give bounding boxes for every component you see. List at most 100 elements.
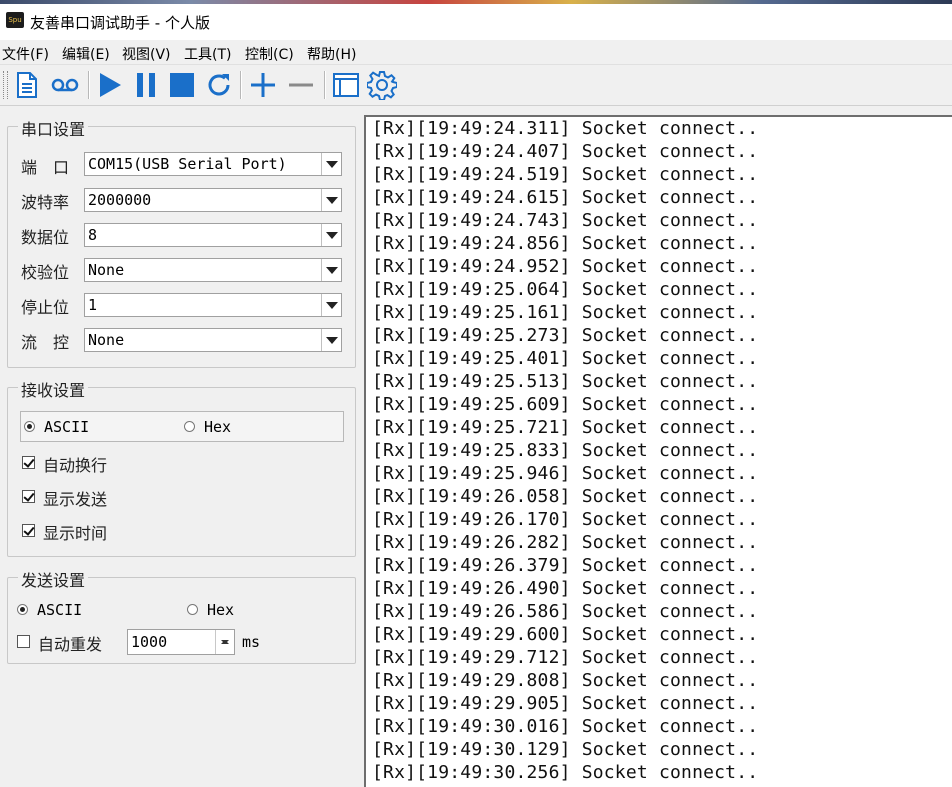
- log-line: [Rx][19:49:29.905] Socket connect..: [372, 693, 759, 714]
- log-line: [Rx][19:49:30.256] Socket connect..: [372, 762, 759, 783]
- plus-icon[interactable]: [246, 68, 280, 102]
- log-line: [Rx][19:49:26.379] Socket connect..: [372, 555, 759, 576]
- port-label: 端 口: [21, 158, 70, 177]
- send-ascii-radio[interactable]: [17, 604, 28, 615]
- log-line: [Rx][19:49:25.833] Socket connect..: [372, 440, 759, 461]
- receive-settings-title: 接收设置: [18, 377, 89, 401]
- port-select[interactable]: COM15(USB Serial Port): [84, 152, 342, 176]
- menu-help[interactable]: 帮助(H): [307, 44, 356, 64]
- auto-resend-label: 自动重发: [38, 635, 103, 654]
- stepper-buttons: [215, 630, 234, 654]
- log-line: [Rx][19:49:25.064] Socket connect..: [372, 279, 759, 300]
- log-line: [Rx][19:49:25.513] Socket connect..: [372, 371, 759, 392]
- toolbar-separator: [324, 71, 326, 99]
- databits-label: 数据位: [21, 228, 70, 247]
- log-line: [Rx][19:49:25.161] Socket connect..: [372, 302, 759, 323]
- auto-resend-checkbox[interactable]: [17, 635, 30, 648]
- log-line: [Rx][19:49:29.600] Socket connect..: [372, 624, 759, 645]
- auto-wrap-checkbox[interactable]: [22, 456, 35, 469]
- receive-log[interactable]: [Rx][19:49:24.311] Socket connect.. [Rx][…: [364, 115, 952, 787]
- show-send-checkbox[interactable]: [22, 490, 35, 503]
- log-line: [Rx][19:49:30.129] Socket connect..: [372, 739, 759, 760]
- show-time-checkbox[interactable]: [22, 524, 35, 537]
- show-time-label: 显示时间: [43, 524, 108, 543]
- stopbits-value: 1: [88, 296, 98, 314]
- menu-control[interactable]: 控制(C): [245, 44, 294, 64]
- toolbar: [0, 64, 952, 106]
- interval-value: 1000: [131, 633, 168, 651]
- title-bar: Spu 友善串口调试助手 - 个人版: [0, 4, 952, 40]
- log-line: [Rx][19:49:24.952] Socket connect..: [372, 256, 759, 277]
- toolbar-grip[interactable]: [3, 71, 8, 99]
- window-icon[interactable]: [329, 68, 363, 102]
- flowcontrol-label: 流 控: [21, 333, 70, 352]
- toolbar-separator: [240, 71, 242, 99]
- stopbits-select[interactable]: 1: [84, 293, 342, 317]
- chevron-down-icon[interactable]: [321, 259, 341, 281]
- log-line: [Rx][19:49:26.058] Socket connect..: [372, 486, 759, 507]
- log-line: [Rx][19:49:24.407] Socket connect..: [372, 141, 759, 162]
- show-send-label: 显示发送: [43, 490, 108, 509]
- baud-value: 2000000: [88, 191, 152, 209]
- minus-icon[interactable]: [284, 68, 318, 102]
- record-icon[interactable]: [48, 68, 82, 102]
- chevron-down-icon[interactable]: [321, 294, 341, 316]
- document-icon[interactable]: [10, 68, 44, 102]
- chevron-down-icon[interactable]: [321, 189, 341, 211]
- log-line: [Rx][19:49:26.170] Socket connect..: [372, 509, 759, 530]
- parity-value: None: [88, 261, 125, 279]
- log-line: [Rx][19:49:24.311] Socket connect..: [372, 118, 759, 139]
- receive-hex-label: Hex: [204, 418, 232, 436]
- menu-view[interactable]: 视图(V): [122, 44, 171, 64]
- receive-hex-radio[interactable]: [184, 421, 195, 432]
- parity-select[interactable]: None: [84, 258, 342, 282]
- menu-tools[interactable]: 工具(T): [184, 44, 231, 64]
- log-line: [Rx][19:49:24.615] Socket connect..: [372, 187, 759, 208]
- stepper-down-icon[interactable]: [216, 640, 234, 654]
- log-line: [Rx][19:49:29.712] Socket connect..: [372, 647, 759, 668]
- log-line: [Rx][19:49:26.282] Socket connect..: [372, 532, 759, 553]
- pause-icon[interactable]: [129, 68, 163, 102]
- chevron-down-icon[interactable]: [321, 224, 341, 246]
- flowcontrol-select[interactable]: None: [84, 328, 342, 352]
- toolbar-separator: [88, 71, 90, 99]
- baud-select[interactable]: 2000000: [84, 188, 342, 212]
- databits-select[interactable]: 8: [84, 223, 342, 247]
- menu-bar: 文件(F) 编辑(E) 视图(V) 工具(T) 控制(C) 帮助(H): [0, 40, 952, 64]
- log-line: [Rx][19:49:29.808] Socket connect..: [372, 670, 759, 691]
- stop-icon[interactable]: [165, 68, 199, 102]
- log-line: [Rx][19:49:25.401] Socket connect..: [372, 348, 759, 369]
- log-line: [Rx][19:49:25.721] Socket connect..: [372, 417, 759, 438]
- log-line: [Rx][19:49:25.273] Socket connect..: [372, 325, 759, 346]
- send-ascii-label: ASCII: [37, 601, 83, 619]
- send-hex-radio[interactable]: [187, 604, 198, 615]
- databits-value: 8: [88, 226, 98, 244]
- menu-file[interactable]: 文件(F): [2, 44, 49, 64]
- log-line: [Rx][19:49:26.586] Socket connect..: [372, 601, 759, 622]
- log-line: [Rx][19:49:24.743] Socket connect..: [372, 210, 759, 231]
- receive-ascii-label: ASCII: [44, 418, 90, 436]
- log-line: [Rx][19:49:25.609] Socket connect..: [372, 394, 759, 415]
- chevron-down-icon[interactable]: [321, 153, 341, 175]
- refresh-icon[interactable]: [202, 68, 236, 102]
- play-icon[interactable]: [93, 68, 127, 102]
- gear-icon[interactable]: [365, 68, 399, 102]
- app-icon: Spu: [6, 12, 24, 28]
- interval-unit: ms: [242, 633, 261, 651]
- send-hex-label: Hex: [207, 601, 235, 619]
- flowcontrol-value: None: [88, 331, 125, 349]
- stopbits-label: 停止位: [21, 298, 70, 317]
- receive-ascii-radio[interactable]: [24, 421, 35, 432]
- chevron-down-icon[interactable]: [321, 329, 341, 351]
- log-line: [Rx][19:49:30.016] Socket connect..: [372, 716, 759, 737]
- interval-stepper[interactable]: 1000: [127, 629, 235, 655]
- log-line: [Rx][19:49:24.519] Socket connect..: [372, 164, 759, 185]
- parity-label: 校验位: [21, 263, 70, 282]
- log-line: [Rx][19:49:25.946] Socket connect..: [372, 463, 759, 484]
- baud-label: 波特率: [21, 193, 70, 212]
- auto-wrap-label: 自动换行: [43, 456, 108, 475]
- window-title: 友善串口调试助手 - 个人版: [30, 14, 210, 32]
- send-settings-title: 发送设置: [18, 567, 89, 591]
- menu-edit[interactable]: 编辑(E): [62, 44, 110, 64]
- log-line: [Rx][19:49:26.490] Socket connect..: [372, 578, 759, 599]
